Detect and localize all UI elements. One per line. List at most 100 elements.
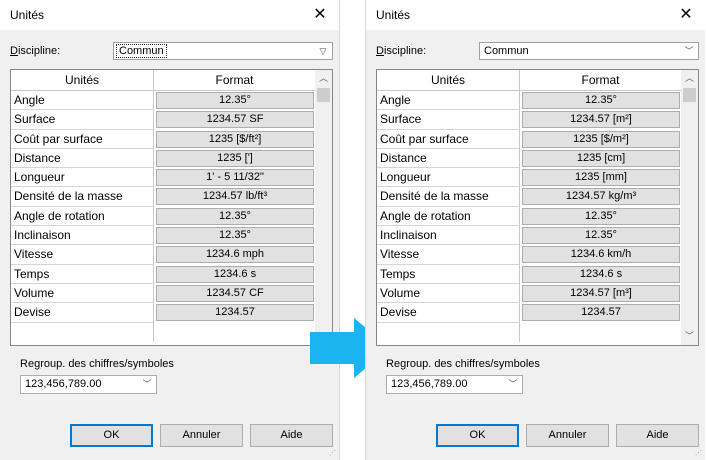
- close-icon[interactable]: ✕: [307, 2, 333, 28]
- grid-empty-row: [11, 322, 154, 342]
- table-row[interactable]: Angle 12.35°: [11, 91, 316, 111]
- table-row[interactable]: Longueur 1' - 5 11/32": [11, 168, 316, 188]
- scroll-up-icon[interactable]: ︿: [315, 70, 332, 87]
- chevron-down-icon[interactable]: ▽: [317, 44, 329, 58]
- table-row[interactable]: Vitesse 1234.6 mph: [11, 245, 316, 265]
- grouping-label: Regroup. des chiffres/symboles: [20, 358, 174, 370]
- unit-name-cell: Angle: [11, 91, 154, 111]
- format-button[interactable]: 1234.6 mph: [156, 246, 314, 264]
- scroll-down-icon[interactable]: ﹀: [681, 328, 698, 345]
- discipline-label: Discipline:: [10, 45, 61, 57]
- unit-name-cell: Longueur: [377, 168, 520, 188]
- table-row[interactable]: Densité de la masse 1234.57 lb/ft³: [11, 187, 316, 207]
- table-row[interactable]: Devise 1234.57: [11, 303, 316, 323]
- table-row[interactable]: Temps 1234.6 s: [11, 264, 316, 284]
- table-row[interactable]: Devise 1234.57: [377, 303, 682, 323]
- table-row[interactable]: Angle de rotation 12.35°: [11, 206, 316, 227]
- table-row[interactable]: Coût par surface 1235 [$/m²]: [377, 129, 682, 149]
- cancel-button[interactable]: Annuler: [526, 424, 609, 447]
- format-button[interactable]: 1234.57 SF: [156, 111, 314, 129]
- table-row[interactable]: Densité de la masse 1234.57 kg/m³: [377, 187, 682, 207]
- units-dialog-metric: Unités ✕ Discipline: Commun ﹀ Unités For…: [365, 0, 705, 460]
- grouping-select[interactable]: 123,456,789.00 ﹀: [20, 375, 157, 394]
- table-row[interactable]: Surface 1234.57 SF: [11, 110, 316, 130]
- grid-header: Unités Format: [377, 70, 682, 91]
- table-row[interactable]: Angle de rotation 12.35°: [377, 206, 682, 227]
- table-row[interactable]: Inclinaison 12.35°: [377, 226, 682, 246]
- discipline-value: Commun: [484, 45, 529, 57]
- column-header-format[interactable]: Format: [154, 70, 316, 90]
- unit-name-cell: Angle: [377, 91, 520, 111]
- table-row[interactable]: Distance 1235 [']: [11, 148, 316, 169]
- chevron-down-icon[interactable]: ﹀: [683, 44, 695, 58]
- format-button[interactable]: 12.35°: [156, 227, 314, 245]
- format-button[interactable]: 12.35°: [156, 207, 314, 225]
- dialog-title: Unités: [10, 8, 45, 22]
- table-row[interactable]: Distance 1235 [cm]: [377, 148, 682, 169]
- cancel-button[interactable]: Annuler: [160, 424, 243, 447]
- format-button[interactable]: 1234.57: [156, 304, 314, 322]
- title-bar: Unités ✕: [0, 0, 339, 30]
- format-button[interactable]: 1234.6 s: [156, 265, 314, 283]
- units-grid: Unités Format Angle 12.35° Surface 1234.57 …: [10, 69, 333, 346]
- table-row[interactable]: Temps 1234.6 s: [377, 264, 682, 284]
- unit-name-cell: Distance: [11, 148, 154, 169]
- unit-name-cell: Surface: [377, 110, 520, 130]
- resize-grip-icon[interactable]: ⋰: [329, 450, 337, 458]
- help-button[interactable]: Aide: [616, 424, 699, 447]
- ok-button[interactable]: OK: [70, 424, 153, 447]
- table-row[interactable]: Vitesse 1234.6 km/h: [377, 245, 682, 265]
- format-button[interactable]: 1234.57: [522, 304, 680, 322]
- format-button[interactable]: 1235 [cm]: [522, 149, 680, 167]
- grouping-value: 123,456,789.00: [25, 378, 102, 390]
- resize-grip-icon[interactable]: ⋰: [695, 450, 703, 458]
- column-header-units[interactable]: Unités: [11, 70, 154, 90]
- format-button[interactable]: 12.35°: [522, 227, 680, 245]
- format-button[interactable]: 1235 [$/ft²]: [156, 130, 314, 148]
- grid-empty-row: [377, 322, 520, 342]
- unit-name-cell: Vitesse: [377, 245, 520, 265]
- table-row[interactable]: Surface 1234.57 [m²]: [377, 110, 682, 130]
- table-row[interactable]: Longueur 1235 [mm]: [377, 168, 682, 188]
- unit-name-cell: Temps: [377, 264, 520, 284]
- scrollbar-thumb[interactable]: [683, 88, 696, 102]
- column-header-format[interactable]: Format: [520, 70, 682, 90]
- discipline-value: Commun: [116, 44, 167, 58]
- format-button[interactable]: 12.35°: [522, 92, 680, 109]
- format-button[interactable]: 1234.57 [m²]: [522, 111, 680, 129]
- format-button[interactable]: 1234.57 kg/m³: [522, 188, 680, 206]
- vertical-scrollbar[interactable]: ︿ ﹀: [681, 70, 698, 345]
- chevron-down-icon[interactable]: ﹀: [507, 377, 519, 391]
- table-row[interactable]: Coût par surface 1235 [$/ft²]: [11, 129, 316, 149]
- table-row[interactable]: Volume 1234.57 [m³]: [377, 283, 682, 304]
- format-button[interactable]: 1235 [mm]: [522, 169, 680, 187]
- format-button[interactable]: 1235 [']: [156, 149, 314, 167]
- column-header-units[interactable]: Unités: [377, 70, 520, 90]
- scroll-up-icon[interactable]: ︿: [681, 70, 698, 87]
- scrollbar-thumb[interactable]: [317, 88, 330, 102]
- discipline-select[interactable]: Commun ▽: [113, 42, 333, 60]
- unit-name-cell: Devise: [377, 303, 520, 323]
- format-button[interactable]: 1234.6 km/h: [522, 246, 680, 264]
- vertical-scrollbar[interactable]: ︿: [315, 70, 332, 345]
- format-button[interactable]: 12.35°: [156, 92, 314, 109]
- close-icon[interactable]: ✕: [673, 2, 699, 28]
- format-button[interactable]: 1235 [$/m²]: [522, 130, 680, 148]
- format-button[interactable]: 1234.6 s: [522, 265, 680, 283]
- table-row[interactable]: Inclinaison 12.35°: [11, 226, 316, 246]
- discipline-select[interactable]: Commun ﹀: [479, 42, 699, 60]
- chevron-down-icon[interactable]: ﹀: [141, 377, 153, 391]
- format-button[interactable]: 1234.57 CF: [156, 284, 314, 302]
- ok-button[interactable]: OK: [436, 424, 519, 447]
- unit-name-cell: Surface: [11, 110, 154, 130]
- unit-name-cell: Angle de rotation: [11, 206, 154, 227]
- format-button[interactable]: 1' - 5 11/32": [156, 169, 314, 187]
- format-button[interactable]: 1234.57 [m³]: [522, 284, 680, 302]
- format-button[interactable]: 12.35°: [522, 207, 680, 225]
- table-row[interactable]: Angle 12.35°: [377, 91, 682, 111]
- units-dialog-imperial: Unités ✕ Discipline: Commun ▽ Unités For…: [0, 0, 340, 460]
- table-row[interactable]: Volume 1234.57 CF: [11, 283, 316, 304]
- grouping-select[interactable]: 123,456,789.00 ﹀: [386, 375, 523, 394]
- format-button[interactable]: 1234.57 lb/ft³: [156, 188, 314, 206]
- help-button[interactable]: Aide: [250, 424, 333, 447]
